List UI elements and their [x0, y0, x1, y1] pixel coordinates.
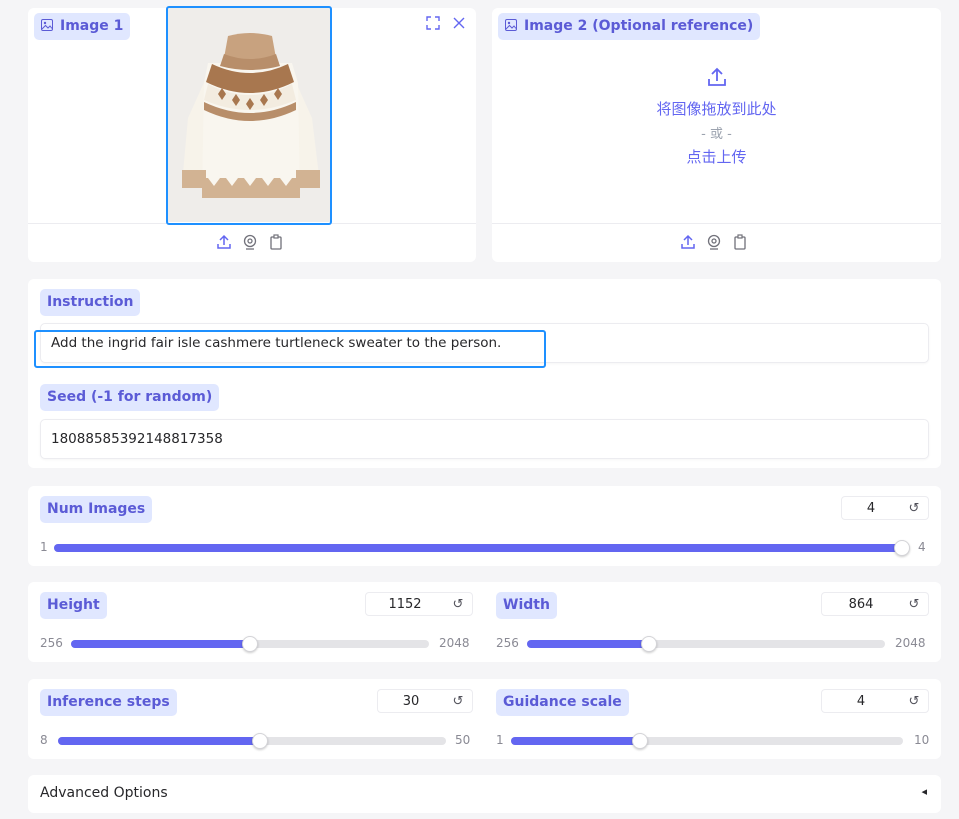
- width-number-input[interactable]: 864 ↺: [821, 592, 929, 616]
- num-images-panel: Num Images 4 ↺ 1 4: [28, 486, 941, 566]
- inference-steps-value: 30: [402, 693, 420, 709]
- inference-steps-min: 8: [40, 733, 48, 747]
- advanced-options-accordion[interactable]: Advanced Options ◂: [28, 775, 941, 813]
- inference-steps-slider[interactable]: [58, 733, 446, 749]
- or-text: - 或 -: [701, 127, 732, 142]
- slider-thumb[interactable]: [640, 636, 657, 652]
- prompt-panel: Instruction Add the ingrid fair isle cas…: [28, 279, 941, 468]
- divider: [28, 223, 476, 224]
- width-slider[interactable]: [527, 636, 885, 652]
- image-icon: [41, 19, 53, 31]
- guidance-scale-number-input[interactable]: 4 ↺: [821, 689, 929, 713]
- num-images-slider[interactable]: [54, 540, 910, 556]
- reset-icon[interactable]: ↺: [444, 597, 472, 612]
- num-images-number-input[interactable]: 4 ↺: [841, 496, 929, 520]
- image1-label: Image 1: [34, 13, 131, 40]
- num-images-min: 1: [40, 540, 48, 554]
- collapse-arrow-icon: ◂: [921, 785, 927, 798]
- advanced-options-label: Advanced Options: [40, 785, 168, 801]
- slider-thumb[interactable]: [632, 733, 649, 749]
- inference-steps-label: Inference steps: [40, 689, 177, 716]
- instruction-label: Instruction: [40, 289, 141, 316]
- guidance-scale-label: Guidance scale: [496, 689, 629, 716]
- num-images-max: 4: [918, 540, 926, 554]
- divider: [492, 223, 941, 224]
- image-icon: [505, 19, 517, 31]
- image2-label: Image 2 (Optional reference): [498, 13, 761, 40]
- guidance-scale-max: 10: [914, 733, 930, 747]
- width-label: Width: [496, 592, 557, 619]
- num-images-label: Num Images: [40, 496, 153, 523]
- upload-icon: [706, 66, 728, 88]
- height-number-input[interactable]: 1152 ↺: [365, 592, 473, 616]
- sweater-illustration: [168, 8, 332, 222]
- clipboard-icon[interactable]: [732, 234, 748, 254]
- height-slider[interactable]: [71, 636, 429, 652]
- fullscreen-icon[interactable]: [424, 14, 442, 32]
- upload-icon[interactable]: [680, 234, 696, 254]
- reset-icon[interactable]: ↺: [900, 501, 928, 516]
- sweater-image: [168, 8, 332, 222]
- width-min: 256: [496, 636, 519, 650]
- image1-source-buttons: [216, 234, 284, 254]
- slider-thumb[interactable]: [242, 636, 258, 652]
- inference-steps-max: 50: [455, 733, 471, 747]
- image2-source-buttons: [680, 234, 748, 254]
- webcam-icon[interactable]: [706, 234, 722, 254]
- drop-text: 将图像拖放到此处: [656, 100, 777, 118]
- guidance-scale-value: 4: [856, 693, 866, 709]
- inference-steps-number-input[interactable]: 30 ↺: [377, 689, 473, 713]
- close-icon[interactable]: [450, 14, 468, 32]
- image1-toolbar: [424, 14, 468, 32]
- webcam-icon[interactable]: [242, 234, 258, 254]
- height-max: 2048: [439, 636, 470, 650]
- instruction-input[interactable]: Add the ingrid fair isle cashmere turtle…: [40, 323, 929, 363]
- size-panel: Height 1152 ↺ 256 2048 Width 864 ↺ 256 2…: [28, 582, 941, 662]
- reset-icon[interactable]: ↺: [900, 597, 928, 612]
- reset-icon[interactable]: ↺: [900, 694, 928, 709]
- height-label: Height: [40, 592, 107, 619]
- height-min: 256: [40, 636, 63, 650]
- height-value: 1152: [388, 596, 422, 612]
- image1-panel: Image 1: [28, 8, 476, 262]
- seed-label: Seed (-1 for random): [40, 384, 220, 411]
- slider-thumb[interactable]: [251, 733, 268, 749]
- seed-input[interactable]: 18088585392148817358: [40, 419, 929, 459]
- width-max: 2048: [895, 636, 926, 650]
- slider-thumb[interactable]: [894, 540, 910, 556]
- clipboard-icon[interactable]: [268, 234, 284, 254]
- guidance-scale-slider[interactable]: [511, 733, 903, 749]
- reset-icon[interactable]: ↺: [444, 694, 472, 709]
- image2-panel: Image 2 (Optional reference) 将图像拖放到此处 - …: [492, 8, 941, 262]
- sampling-panel: Inference steps 30 ↺ 8 50 Guidance scale…: [28, 679, 941, 759]
- width-value: 864: [848, 596, 874, 612]
- image2-dropzone[interactable]: 将图像拖放到此处 - 或 - 点击上传: [492, 58, 941, 188]
- upload-icon[interactable]: [216, 234, 232, 254]
- num-images-value: 4: [866, 500, 876, 516]
- guidance-scale-min: 1: [496, 733, 504, 747]
- click-upload-text: 点击上传: [686, 148, 747, 166]
